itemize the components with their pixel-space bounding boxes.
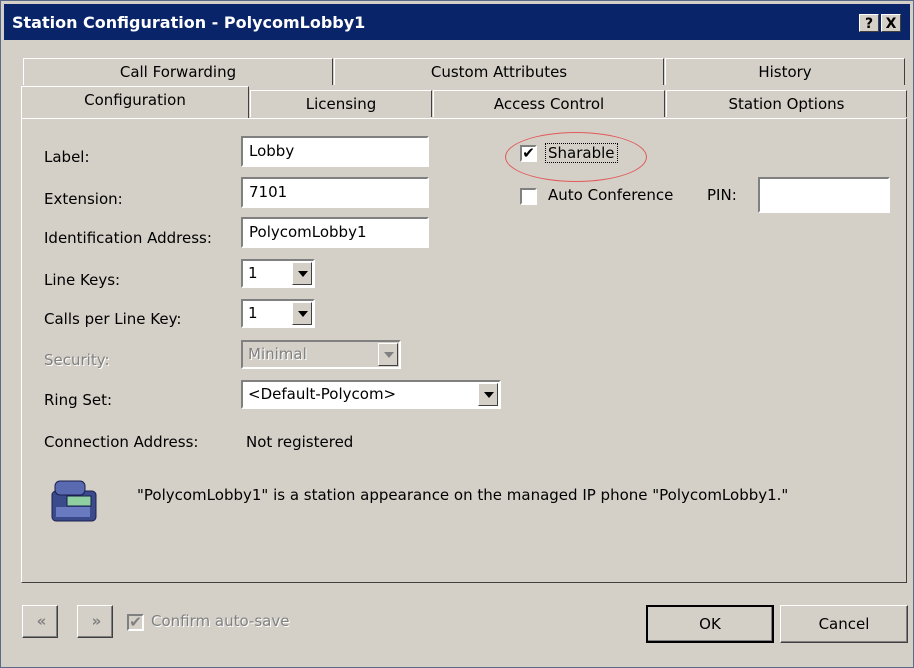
tab-call-forwarding[interactable]: Call Forwarding xyxy=(23,58,333,85)
ring-set-value: <Default-Polycom> xyxy=(248,385,397,403)
close-button[interactable]: X xyxy=(881,14,901,32)
info-message: "PolycomLobby1" is a station appearance … xyxy=(137,486,789,504)
sharable-checkbox[interactable]: ✔ xyxy=(520,145,537,162)
configuration-panel: Label: Lobby Extension: 7101 Identificat… xyxy=(21,118,907,583)
cancel-button[interactable]: Cancel xyxy=(780,605,908,643)
extension-label: Extension: xyxy=(44,190,123,208)
station-configuration-dialog: Station Configuration - PolycomLobby1 ? … xyxy=(0,0,914,668)
ring-set-label: Ring Set: xyxy=(44,391,113,409)
double-chevron-right-icon: » xyxy=(91,612,102,630)
ok-button[interactable]: OK xyxy=(646,605,774,643)
chevron-down-icon xyxy=(378,343,398,366)
confirm-auto-save-label: Confirm auto-save xyxy=(151,612,290,630)
tab-custom-attributes[interactable]: Custom Attributes xyxy=(334,58,664,85)
calls-per-line-key-select[interactable]: 1 xyxy=(241,299,315,328)
sharable-label[interactable]: Sharable xyxy=(545,143,618,163)
security-value: Minimal xyxy=(248,345,307,363)
line-keys-select[interactable]: 1 xyxy=(241,259,315,288)
next-button[interactable]: » xyxy=(77,605,113,638)
security-select: Minimal xyxy=(241,340,401,369)
auto-conference-checkbox[interactable] xyxy=(520,188,537,205)
connection-address-label: Connection Address: xyxy=(44,433,199,451)
pin-input[interactable] xyxy=(758,177,890,213)
line-keys-label: Line Keys: xyxy=(44,271,121,289)
tab-station-options[interactable]: Station Options xyxy=(666,90,907,117)
label-label: Label: xyxy=(44,148,90,166)
ring-set-select[interactable]: <Default-Polycom> xyxy=(241,380,501,409)
extension-input[interactable]: 7101 xyxy=(241,177,429,208)
previous-button[interactable]: « xyxy=(22,605,58,638)
help-button[interactable]: ? xyxy=(859,14,879,32)
double-chevron-left-icon: « xyxy=(36,612,47,630)
pin-label: PIN: xyxy=(707,186,737,204)
chevron-down-icon[interactable] xyxy=(478,383,498,406)
phone-icon xyxy=(50,477,100,525)
chevron-down-icon[interactable] xyxy=(292,262,312,285)
window-title: Station Configuration - PolycomLobby1 xyxy=(12,13,366,32)
tab-licensing[interactable]: Licensing xyxy=(250,90,432,117)
calls-per-line-key-value: 1 xyxy=(248,304,258,322)
calls-per-line-key-label: Calls per Line Key: xyxy=(44,310,182,328)
identification-address-label: Identification Address: xyxy=(44,229,212,247)
label-input[interactable]: Lobby xyxy=(241,136,429,167)
tab-access-control[interactable]: Access Control xyxy=(433,90,665,117)
tab-history[interactable]: History xyxy=(665,58,905,85)
title-bar: Station Configuration - PolycomLobby1 ? … xyxy=(4,4,910,40)
connection-address-value: Not registered xyxy=(246,433,354,451)
tab-configuration[interactable]: Configuration xyxy=(21,86,249,118)
auto-conference-label[interactable]: Auto Conference xyxy=(548,186,673,204)
confirm-auto-save-checkbox: ✔ xyxy=(127,614,144,631)
identification-address-input[interactable]: PolycomLobby1 xyxy=(241,217,429,248)
security-label: Security: xyxy=(44,351,110,369)
line-keys-value: 1 xyxy=(248,264,258,282)
chevron-down-icon[interactable] xyxy=(292,302,312,325)
